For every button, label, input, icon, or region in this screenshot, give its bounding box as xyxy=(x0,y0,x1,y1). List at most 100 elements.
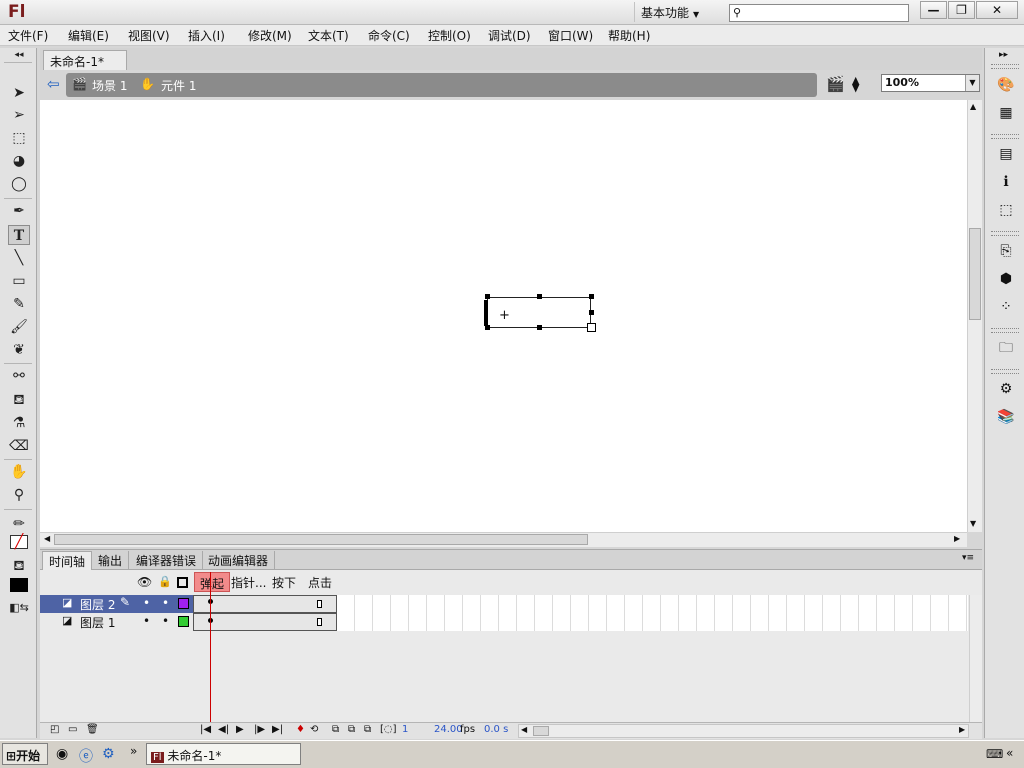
menu-view[interactable]: 视图(V) xyxy=(128,27,170,44)
more-icon[interactable]: » xyxy=(130,744,137,758)
edit-symbol-icon[interactable]: ⧫ xyxy=(852,75,859,93)
code-snippets-icon[interactable]: ⎘ xyxy=(995,241,1017,261)
tab-compiler-errors[interactable]: 编译器错误 xyxy=(130,551,204,570)
play-icon[interactable]: ▶ xyxy=(236,724,244,735)
layer-row[interactable]: ◪ 图层 1 • • xyxy=(40,613,193,631)
playhead[interactable] xyxy=(210,572,211,722)
menu-edit[interactable]: 编辑(E) xyxy=(68,27,109,44)
frame-label-hit[interactable]: 点击 xyxy=(308,574,332,591)
zoom-tool-icon[interactable]: ⚲ xyxy=(8,485,30,505)
scroll-down-icon[interactable]: ▼ xyxy=(970,519,976,528)
collapse-toolbar-icon[interactable]: ◂◂ xyxy=(8,50,30,60)
current-frame[interactable]: 1 xyxy=(402,724,408,735)
free-transform-tool-icon[interactable]: ⬚ xyxy=(8,128,30,148)
lasso-tool-icon[interactable]: ◯ xyxy=(8,174,30,194)
last-frame-icon[interactable]: ▶| xyxy=(272,724,283,735)
frame-span[interactable] xyxy=(193,595,337,613)
frame-rate[interactable]: 24.00 xyxy=(434,724,463,735)
settings-icon[interactable]: ⚙ xyxy=(102,746,115,762)
onion-skin-icon[interactable]: ⧉ xyxy=(332,724,339,735)
delete-layer-icon[interactable]: 🗑 xyxy=(86,724,99,735)
properties-icon[interactable]: ⚙ xyxy=(995,379,1017,399)
timeline-horizontal-scrollbar[interactable]: ◀ ▶ xyxy=(518,724,969,738)
components-icon[interactable]: ⬢ xyxy=(995,269,1017,289)
scroll-thumb[interactable] xyxy=(54,534,588,545)
scroll-right-icon[interactable]: ▶ xyxy=(959,725,965,734)
handle[interactable] xyxy=(589,294,594,299)
media-player-icon[interactable]: ◉ xyxy=(56,746,68,762)
stroke-swatch[interactable]: ╱ xyxy=(10,535,28,549)
vertical-scrollbar[interactable]: ▲ ▼ xyxy=(967,100,982,532)
start-button[interactable]: ⊞开始 xyxy=(2,743,48,765)
next-frame-icon[interactable]: |▶ xyxy=(254,724,265,735)
menu-commands[interactable]: 命令(C) xyxy=(368,27,410,44)
align-icon[interactable]: ▤ xyxy=(995,144,1017,164)
menu-modify[interactable]: 修改(M) xyxy=(248,27,292,44)
onion-outline-icon[interactable]: ⧉ xyxy=(348,724,355,735)
scroll-thumb[interactable] xyxy=(969,228,981,320)
paint-bucket-icon[interactable]: ⛾ xyxy=(8,390,30,410)
zoom-select[interactable]: 100% ▼ xyxy=(881,74,980,92)
frame-span[interactable] xyxy=(193,613,337,631)
restore-button[interactable]: ❐ xyxy=(948,1,975,19)
visibility-dot[interactable]: • xyxy=(143,614,150,628)
handle[interactable] xyxy=(537,294,542,299)
motion-presets-icon[interactable]: ⁘ xyxy=(995,297,1017,317)
first-frame-icon[interactable]: |◀ xyxy=(200,724,211,735)
frame-label-over[interactable]: 指针... xyxy=(231,574,266,591)
end-frame[interactable] xyxy=(317,600,322,608)
keyboard-icon[interactable]: ⌨ xyxy=(986,747,1003,761)
menu-insert[interactable]: 插入(I) xyxy=(188,27,225,44)
scroll-thumb[interactable] xyxy=(533,726,549,736)
taskbar-window-item[interactable]: Fl 未命名-1* xyxy=(146,743,301,765)
edit-multiple-icon[interactable]: ⧉ xyxy=(364,724,371,735)
tray-collapse-icon[interactable]: « xyxy=(1006,746,1013,760)
previous-frame-icon[interactable]: ◀| xyxy=(218,724,229,735)
lock-dot[interactable]: • xyxy=(162,614,169,628)
back-arrow-icon[interactable]: ⇦ xyxy=(47,75,60,93)
handle[interactable] xyxy=(589,310,594,315)
frame-row[interactable] xyxy=(193,613,968,631)
scroll-left-icon[interactable]: ◀ xyxy=(44,534,50,543)
color-palette-icon[interactable]: 🎨 xyxy=(995,75,1017,95)
frame-row[interactable] xyxy=(193,595,968,613)
frame-label-down[interactable]: 按下 xyxy=(272,574,296,591)
edit-scene-icon[interactable]: 🎬 xyxy=(826,75,845,93)
eye-icon[interactable]: 👁 xyxy=(137,575,152,589)
tab-timeline[interactable]: 时间轴 xyxy=(42,551,93,570)
handle[interactable] xyxy=(485,325,490,330)
visibility-dot[interactable]: • xyxy=(143,596,150,610)
lock-icon[interactable]: 🔒 xyxy=(158,575,172,588)
frame-label-up[interactable]: 弹起 xyxy=(194,572,230,592)
transform-icon[interactable]: ⬚ xyxy=(995,200,1017,220)
workspace-switcher[interactable]: 基本功能 ▼ xyxy=(634,2,712,22)
pencil-tool-icon[interactable]: ✎ xyxy=(8,294,30,314)
layer-color-swatch[interactable] xyxy=(178,598,189,609)
handle[interactable] xyxy=(537,325,542,330)
menu-debug[interactable]: 调试(D) xyxy=(488,27,531,44)
rectangle-tool-icon[interactable]: ▭ xyxy=(8,271,30,291)
swatches-grid-icon[interactable]: ▦ xyxy=(995,103,1017,123)
pen-tool-icon[interactable]: ✒ xyxy=(8,201,30,221)
center-frame-icon[interactable]: ♦ xyxy=(296,724,305,735)
layer-row[interactable]: ◪ 图层 2 ✎ • • xyxy=(40,595,193,613)
menu-window[interactable]: 窗口(W) xyxy=(548,27,593,44)
eraser-icon[interactable]: ⌫ xyxy=(8,436,30,456)
search-input[interactable]: ⚲ xyxy=(729,4,909,22)
text-tool-icon[interactable]: T xyxy=(8,225,30,245)
breadcrumb-scene[interactable]: 场景 1 xyxy=(92,77,127,94)
menu-text[interactable]: 文本(T) xyxy=(308,27,349,44)
fill-swatch[interactable] xyxy=(10,578,28,592)
timeline-vertical-scrollbar[interactable] xyxy=(969,595,982,723)
fill-color-icon[interactable]: ⛾ xyxy=(8,556,30,576)
3d-rotation-tool-icon[interactable]: ◕ xyxy=(8,151,30,171)
chevron-down-icon[interactable]: ▼ xyxy=(965,75,979,91)
expand-panels-icon[interactable]: ▸▸ xyxy=(999,50,1008,60)
tab-motion-editor[interactable]: 动画编辑器 xyxy=(202,551,276,570)
breadcrumb-symbol[interactable]: 元件 1 xyxy=(161,77,196,94)
bone-tool-icon[interactable]: ⚯ xyxy=(8,366,30,386)
resize-handle[interactable] xyxy=(587,323,596,332)
layer-color-swatch[interactable] xyxy=(178,616,189,627)
scroll-up-icon[interactable]: ▲ xyxy=(970,102,976,111)
close-button[interactable]: ✕ xyxy=(976,1,1018,19)
